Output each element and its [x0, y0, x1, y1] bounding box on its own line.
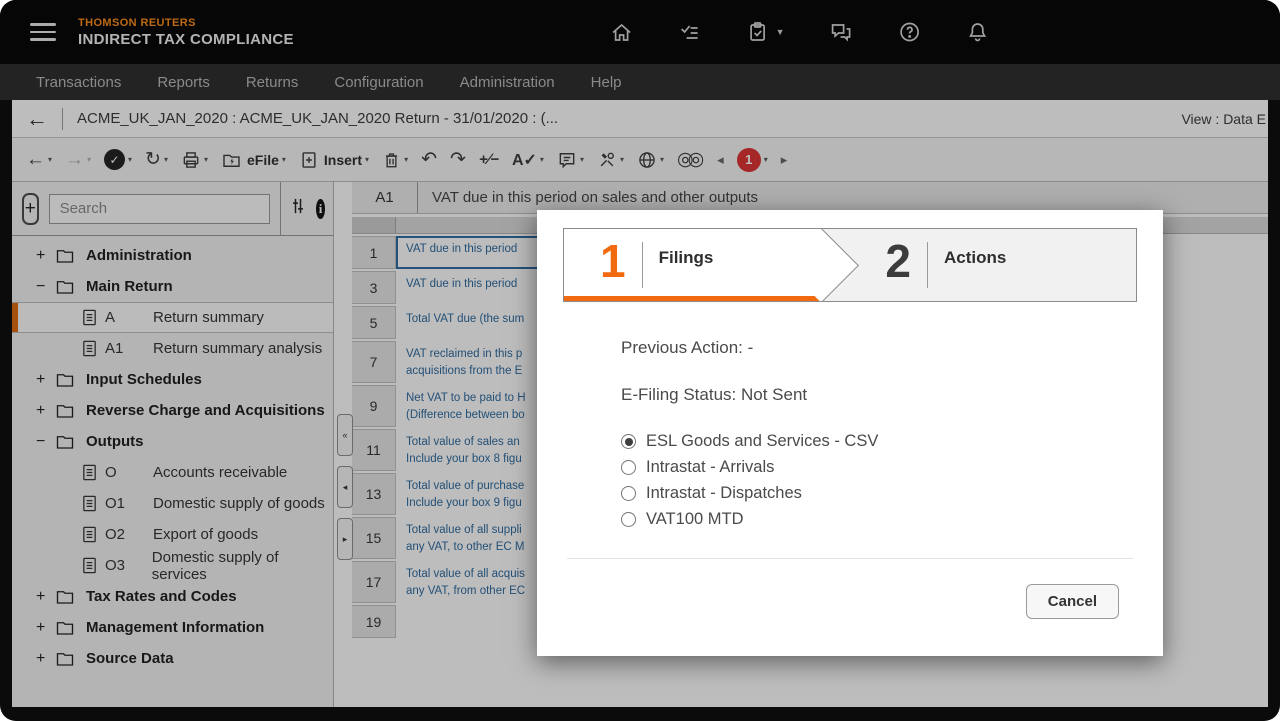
radio-label: Intrastat - Arrivals	[646, 458, 775, 476]
wizard-body: Previous Action: - E-Filing Status: Not …	[537, 302, 1163, 529]
radio-icon[interactable]	[621, 486, 636, 501]
efiling-wizard-dialog: 1 Filings 2 Actions Previous Action: - E…	[537, 210, 1163, 656]
filing-options-group: ESL Goods and Services - CSV Intrastat -…	[621, 432, 1163, 529]
step-number: 2	[885, 235, 911, 287]
radio-option-esl-goods-services-csv[interactable]: ESL Goods and Services - CSV	[621, 432, 1163, 451]
radio-option-intrastat-dispatches[interactable]: Intrastat - Dispatches	[621, 484, 1163, 503]
wizard-step-actions[interactable]: 2 Actions	[821, 229, 1136, 301]
radio-option-vat100-mtd[interactable]: VAT100 MTD	[621, 510, 1163, 529]
efiling-status-text: E-Filing Status: Not Sent	[621, 385, 808, 404]
radio-option-intrastat-arrivals[interactable]: Intrastat - Arrivals	[621, 458, 1163, 477]
wizard-step-filings[interactable]: 1 Filings	[564, 229, 860, 301]
radio-label: ESL Goods and Services - CSV	[646, 432, 879, 450]
radio-selected-icon[interactable]	[621, 434, 636, 449]
cancel-button[interactable]: Cancel	[1025, 584, 1119, 619]
radio-icon[interactable]	[621, 512, 636, 527]
radio-label: Intrastat - Dispatches	[646, 484, 802, 502]
step-label: Filings	[658, 248, 714, 267]
wizard-steps: 1 Filings 2 Actions	[563, 228, 1137, 302]
app-window: THOMSON REUTERS INDIRECT TAX COMPLIANCE …	[0, 0, 1280, 721]
step-number: 1	[600, 235, 626, 287]
radio-icon[interactable]	[621, 460, 636, 475]
radio-label: VAT100 MTD	[646, 510, 744, 528]
step-divider	[641, 242, 643, 288]
previous-action-text: Previous Action: -	[621, 338, 754, 357]
step-label: Actions	[943, 248, 1007, 267]
step-divider	[926, 242, 928, 288]
modal-footer-divider	[567, 558, 1133, 559]
